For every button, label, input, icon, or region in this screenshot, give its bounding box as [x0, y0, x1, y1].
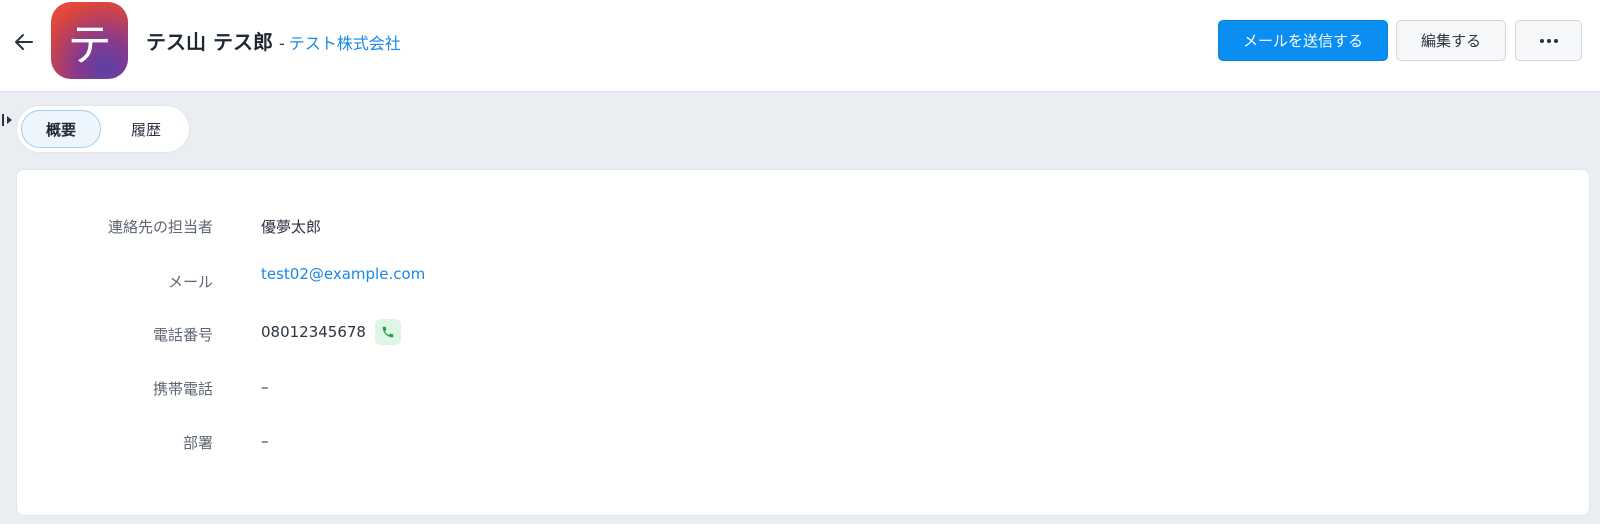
tab-history[interactable]: 履歴 [103, 110, 189, 148]
phone-icon [382, 326, 394, 338]
detail-row-email: メール test02@example.com [17, 265, 1589, 296]
email-label: メール [167, 273, 213, 291]
edit-button[interactable]: 編集する [1396, 20, 1506, 61]
contact-name: テス山 テス郎 [146, 30, 273, 54]
detail-row-department: 部署 – [17, 428, 1589, 458]
tab-bar: 概要 履歴 [16, 105, 190, 153]
more-options-button[interactable] [1515, 20, 1582, 61]
page-header: テ テス山 テス郎 - テスト株式会社 メールを送信する 編集する [0, 0, 1600, 92]
back-button[interactable] [10, 28, 38, 56]
page-title: テス山 テス郎 - テスト株式会社 [146, 26, 401, 56]
department-label: 部署 [182, 434, 213, 452]
mobile-label: 携帯電話 [152, 380, 213, 398]
sidebar-expand-icon [2, 114, 12, 126]
detail-row-owner: 連絡先の担当者 優夢太郎 [17, 212, 1589, 242]
detail-row-phone: 電話番号 08012345678 [17, 319, 1589, 350]
avatar: テ [51, 2, 128, 79]
send-mail-button[interactable]: メールを送信する [1218, 20, 1388, 61]
phone-value-wrap: 08012345678 [261, 319, 401, 345]
more-horizontal-icon [1539, 38, 1558, 43]
department-value: – [261, 432, 269, 450]
email-link[interactable]: test02@example.com [261, 265, 425, 283]
arrow-left-icon [15, 34, 33, 50]
phone-value: 08012345678 [261, 323, 366, 341]
company-link[interactable]: テスト株式会社 [289, 30, 401, 54]
sidebar-expand-toggle[interactable] [2, 112, 14, 128]
title-separator: - [278, 34, 285, 53]
avatar-letter: テ [67, 19, 112, 71]
detail-row-mobile: 携帯電話 – [17, 374, 1589, 404]
owner-value: 優夢太郎 [261, 218, 322, 236]
tab-overview[interactable]: 概要 [21, 110, 101, 148]
owner-label: 連絡先の担当者 [107, 218, 213, 236]
phone-label: 電話番号 [152, 326, 213, 344]
call-button[interactable] [374, 319, 401, 345]
contact-details-card: 連絡先の担当者 優夢太郎 メール test02@example.com 電話番号… [16, 169, 1590, 516]
mobile-value: – [261, 378, 269, 396]
